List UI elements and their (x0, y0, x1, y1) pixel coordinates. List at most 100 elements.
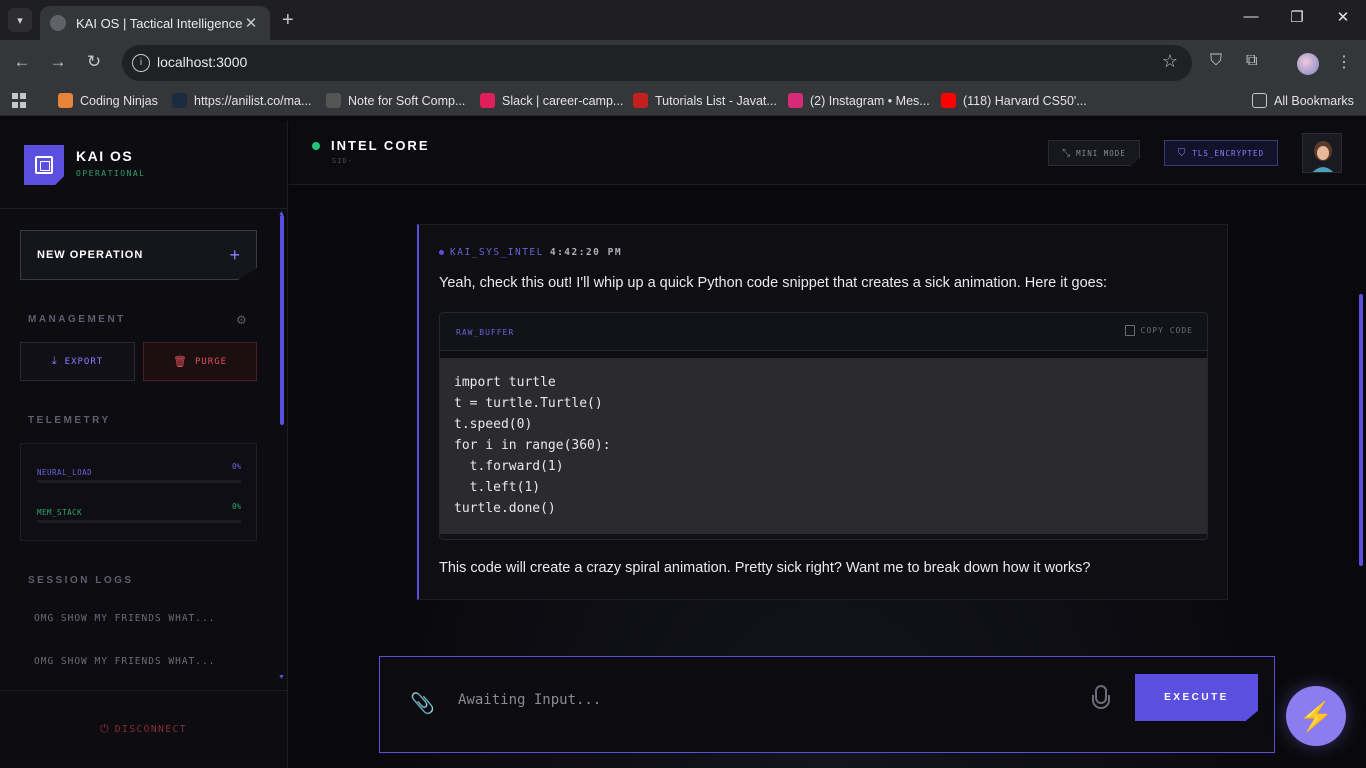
bookmarks-bar: Coding Ninjas https://anilist.co/ma... N… (0, 86, 1366, 116)
management-title: MANAGEMENT (28, 314, 126, 325)
code-line: t.left(1) (454, 480, 541, 495)
browser-tab[interactable]: KAI OS | Tactical Intelligence ✕ (40, 6, 270, 40)
bookmark-item[interactable]: Slack | career-camp... (480, 93, 623, 108)
code-block-header: RAW_BUFFER COPY CODE (440, 313, 1207, 351)
code-label: RAW_BUFFER (456, 328, 515, 337)
shield-icon: ⛉ (1177, 147, 1186, 159)
status-dot (312, 142, 320, 150)
telemetry-mem-stack: MEM_STACK 0% (37, 502, 241, 523)
composer: 📎 EXECUTE (379, 656, 1275, 753)
trash-icon: 🗑 (172, 356, 187, 368)
assistant-message: KAI_SYS_INTEL 4:42:20 PM Yeah, check thi… (417, 224, 1228, 600)
minimize-icon[interactable]: — (1228, 8, 1274, 25)
tls-badge: ⛉ TLS_ENCRYPTED (1164, 140, 1278, 166)
sidebar-scroll-area[interactable]: NEW OPERATION + MANAGEMENT ⚙ ⤓ EXPORT 🗑 … (0, 210, 287, 690)
code-line: for i in range(360): (454, 438, 611, 453)
power-icon: ⏻ (100, 723, 109, 735)
sidebar: KAI OS OPERATIONAL NEW OPERATION + MANAG… (0, 121, 288, 768)
bookmark-item[interactable]: Tutorials List - Javat... (633, 93, 777, 108)
user-avatar[interactable] (1302, 133, 1342, 173)
gear-icon[interactable]: ⚙ (236, 313, 247, 327)
export-button[interactable]: ⤓ EXPORT (20, 342, 135, 381)
mini-mode-button[interactable]: ⤡ MINI MODE (1048, 140, 1140, 166)
tab-search-icon[interactable]: ▾ (8, 8, 32, 32)
copy-icon (1124, 325, 1135, 336)
browser-menu-icon[interactable]: ⋮ (1336, 52, 1352, 72)
page-title: INTEL CORE (331, 138, 430, 153)
close-window-icon[interactable]: ✕ (1320, 8, 1366, 26)
message-time: 4:42:20 PM (549, 247, 623, 258)
app-root: KAI OS OPERATIONAL NEW OPERATION + MANAG… (0, 121, 1366, 768)
sender-dot (439, 250, 444, 255)
message-header: KAI_SYS_INTEL 4:42:20 PM (439, 247, 622, 258)
code-body: import turtle t = turtle.Turtle() t.spee… (440, 358, 1207, 534)
folder-icon (1252, 93, 1267, 108)
scroll-down-icon[interactable]: ▼ (278, 674, 285, 681)
telemetry-title: TELEMETRY (28, 415, 111, 426)
bookmark-favicon-icon (172, 93, 187, 108)
browser-tab-strip: ▾ KAI OS | Tactical Intelligence ✕ + — ❐… (0, 0, 1366, 40)
minimize-arrows-icon: ⤡ (1062, 147, 1071, 159)
profile-avatar[interactable] (1297, 53, 1319, 75)
bookmark-star-icon[interactable]: ☆ (1162, 51, 1178, 72)
tab-title: KAI OS | Tactical Intelligence (76, 15, 242, 31)
brand-status: OPERATIONAL (76, 169, 146, 178)
telemetry-neural-load: NEURAL_LOAD 0% (37, 462, 241, 483)
code-line: import turtle (454, 375, 556, 390)
chat-scrollbar[interactable] (1359, 294, 1363, 566)
reload-icon[interactable]: ↻ (82, 52, 106, 72)
bookmark-item[interactable]: https://anilist.co/ma... (172, 93, 311, 108)
forward-icon[interactable]: → (46, 52, 70, 72)
all-bookmarks[interactable]: All Bookmarks (1252, 93, 1354, 108)
new-operation-button[interactable]: NEW OPERATION + (20, 230, 257, 280)
bookmark-favicon-icon (58, 93, 73, 108)
session-logs-title: SESSION LOGS (28, 575, 134, 586)
microphone-stand (1092, 695, 1110, 709)
cpu-chip-icon (24, 145, 64, 185)
neural-load-bar (37, 480, 241, 483)
disconnect-button[interactable]: ⏻ DISCONNECT (0, 690, 287, 768)
code-line: t = turtle.Turtle() (454, 396, 603, 411)
brand-name: KAI OS (76, 148, 134, 164)
message-input[interactable] (458, 687, 1078, 713)
back-icon[interactable]: ← (10, 52, 34, 72)
bookmark-item[interactable]: Coding Ninjas (58, 93, 158, 108)
code-block-divider (440, 351, 1207, 358)
restore-icon[interactable]: ❐ (1274, 8, 1320, 26)
download-icon: ⤓ (51, 355, 57, 367)
bookmark-item[interactable]: Note for Soft Comp... (326, 93, 465, 108)
execute-button[interactable]: EXECUTE (1135, 674, 1258, 721)
telemetry-panel: NEURAL_LOAD 0% MEM_STACK 0% (20, 443, 257, 541)
session-log-item[interactable]: OMG SHOW MY FRIENDS WHAT... (34, 613, 215, 624)
site-info-icon[interactable]: i (132, 54, 150, 72)
bookmark-item[interactable]: (118) Harvard CS50'... (941, 93, 1087, 108)
session-id: SID- (332, 157, 353, 165)
code-line: turtle.done() (454, 501, 556, 516)
purge-button[interactable]: 🗑 PURGE (143, 342, 257, 381)
quick-action-button[interactable]: ⚡ (1286, 686, 1346, 746)
tab-favicon-icon (50, 15, 66, 31)
session-log-item[interactable]: OMG SHOW MY FRIENDS WHAT... (34, 656, 215, 667)
bookmark-favicon-icon (633, 93, 648, 108)
vpn-extension-icon[interactable]: ⛉ (1210, 52, 1222, 70)
browser-toolbar: ← → ↻ i localhost:3000 ☆ ⛉ ⧉ ⋮ (0, 40, 1366, 86)
code-block: RAW_BUFFER COPY CODE import turtle t = t… (439, 312, 1208, 540)
code-line: t.forward(1) (454, 459, 564, 474)
new-tab-icon[interactable]: + (282, 9, 294, 32)
tab-close-icon[interactable]: ✕ (242, 14, 260, 32)
paperclip-icon[interactable]: 📎 (410, 691, 435, 716)
address-url: localhost:3000 (157, 54, 248, 70)
sidebar-scrollbar[interactable] (280, 215, 284, 425)
extensions-icon[interactable]: ⧉ (1246, 52, 1257, 70)
top-bar: INTEL CORE SID- ⤡ MINI MODE ⛉ TLS_ENCRYP… (289, 121, 1366, 185)
apps-grid-icon[interactable] (12, 93, 27, 108)
bookmark-item[interactable]: (2) Instagram • Mes... (788, 93, 930, 108)
brand-header: KAI OS OPERATIONAL (0, 121, 287, 209)
copy-code-button[interactable]: COPY CODE (1124, 325, 1193, 336)
bookmark-favicon-icon (788, 93, 803, 108)
plus-icon: + (229, 244, 240, 265)
code-line: t.speed(0) (454, 417, 533, 432)
address-bar[interactable]: i localhost:3000 ☆ (122, 45, 1192, 81)
mem-stack-bar (37, 520, 241, 523)
message-intro: Yeah, check this out! I'll whip up a qui… (439, 275, 1107, 291)
